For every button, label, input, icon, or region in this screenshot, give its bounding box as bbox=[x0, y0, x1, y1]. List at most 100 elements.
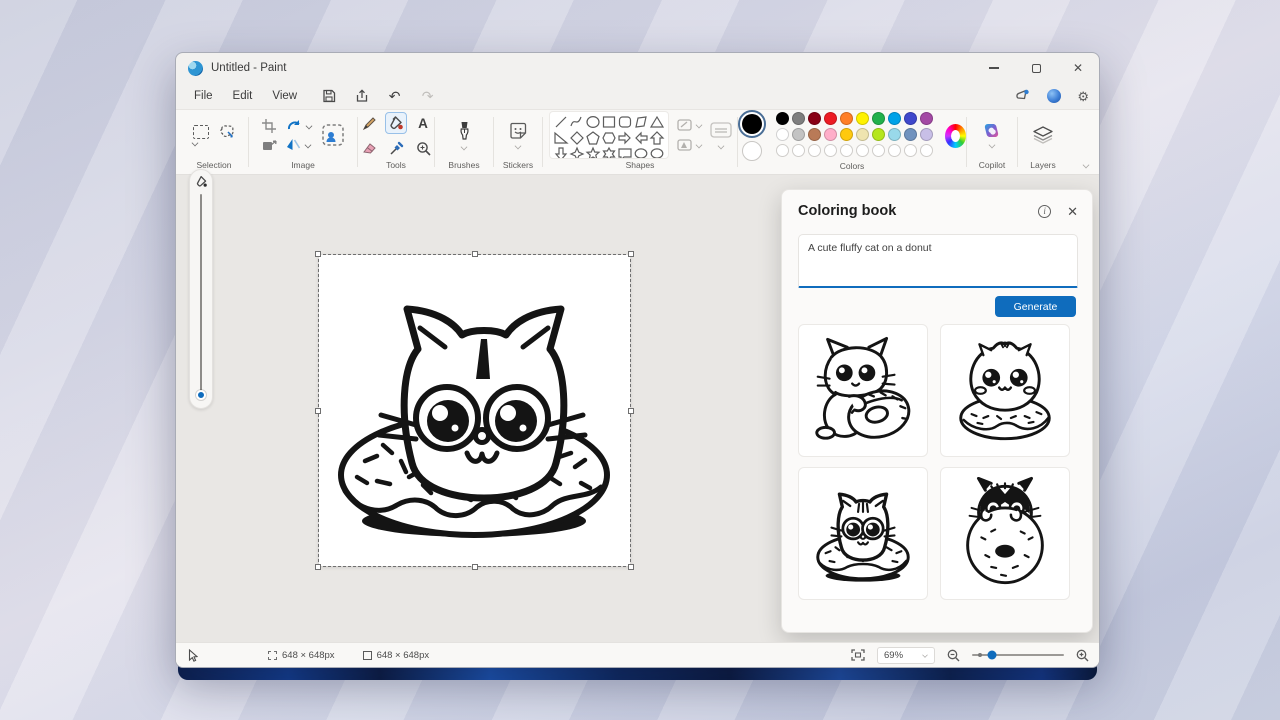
thumbnail-tuxedo-cat-behind-donut[interactable] bbox=[940, 467, 1070, 600]
crop-button[interactable] bbox=[262, 119, 277, 133]
palette-swatch-empty[interactable] bbox=[872, 144, 885, 157]
ribbon-collapse-chevron[interactable] bbox=[1083, 162, 1090, 169]
menu-view[interactable]: View bbox=[262, 87, 307, 105]
stickers-icon[interactable] bbox=[509, 122, 527, 140]
stickers-dropdown-chevron[interactable] bbox=[515, 142, 522, 149]
palette-swatch[interactable] bbox=[840, 112, 853, 125]
selection-handle-se[interactable] bbox=[628, 564, 634, 570]
copilot-icon[interactable] bbox=[982, 122, 1002, 140]
eyedropper-tool-button[interactable] bbox=[385, 138, 407, 158]
palette-swatch-empty[interactable] bbox=[840, 144, 853, 157]
zoom-out-icon[interactable] bbox=[947, 649, 960, 662]
palette-swatch-empty[interactable] bbox=[824, 144, 837, 157]
zoom-level-dropdown[interactable]: 69% bbox=[877, 647, 935, 664]
selection-handle-ne[interactable] bbox=[628, 251, 634, 257]
resize-button[interactable] bbox=[262, 140, 277, 152]
palette-swatch-empty[interactable] bbox=[920, 144, 933, 157]
color2-swatch[interactable] bbox=[742, 141, 762, 161]
stroke-size-icon[interactable] bbox=[710, 121, 732, 139]
thumbnail-fluffy-cat-on-donut[interactable] bbox=[940, 324, 1070, 457]
thumbnail-cat-head-in-donut[interactable] bbox=[798, 467, 928, 600]
generate-button[interactable]: Generate bbox=[995, 296, 1076, 317]
selection-dropdown-chevron[interactable] bbox=[192, 140, 199, 147]
flip-dropdown-chevron[interactable] bbox=[304, 141, 311, 148]
palette-swatch[interactable] bbox=[824, 128, 837, 141]
save-button[interactable] bbox=[321, 89, 336, 104]
slider-track[interactable] bbox=[200, 194, 203, 396]
shapes-gallery[interactable] bbox=[549, 111, 669, 159]
zoom-slider-thumb[interactable] bbox=[988, 651, 997, 660]
thumbnail-cat-hugging-donut[interactable] bbox=[798, 324, 928, 457]
shape-outline-icon[interactable] bbox=[677, 119, 692, 131]
palette-swatch[interactable] bbox=[920, 128, 933, 141]
pencil-tool-button[interactable] bbox=[359, 113, 379, 133]
info-icon[interactable]: i bbox=[1038, 205, 1051, 218]
palette-swatch[interactable] bbox=[824, 112, 837, 125]
paint-canvas[interactable] bbox=[319, 255, 630, 566]
share-button[interactable] bbox=[354, 89, 369, 104]
magnifier-tool-button[interactable] bbox=[413, 138, 433, 158]
edit-colors-wheel-icon[interactable] bbox=[945, 124, 966, 148]
palette-swatch[interactable] bbox=[888, 128, 901, 141]
palette-swatch[interactable] bbox=[808, 112, 821, 125]
selection-handle-e[interactable] bbox=[628, 408, 634, 414]
account-icon[interactable] bbox=[1047, 89, 1061, 103]
shape-outline-chevron[interactable] bbox=[695, 122, 702, 129]
settings-gear-icon[interactable]: ⚙ bbox=[1077, 90, 1089, 103]
color1-swatch-selected[interactable] bbox=[738, 110, 766, 138]
fill-tolerance-slider[interactable] bbox=[189, 169, 213, 409]
palette-swatch[interactable] bbox=[904, 112, 917, 125]
selection-handle-sw[interactable] bbox=[315, 564, 321, 570]
menu-file[interactable]: File bbox=[184, 87, 223, 105]
palette-swatch-empty[interactable] bbox=[904, 144, 917, 157]
selection-handle-nw[interactable] bbox=[315, 251, 321, 257]
zoom-slider[interactable] bbox=[972, 654, 1064, 657]
shape-fill-chevron[interactable] bbox=[695, 142, 702, 149]
shape-fill-icon[interactable] bbox=[677, 139, 692, 151]
palette-swatch[interactable] bbox=[808, 128, 821, 141]
menu-edit[interactable]: Edit bbox=[223, 87, 263, 105]
stroke-size-chevron[interactable] bbox=[717, 143, 724, 150]
palette-swatch-empty[interactable] bbox=[792, 144, 805, 157]
palette-swatch[interactable] bbox=[776, 112, 789, 125]
copilot-dropdown-chevron[interactable] bbox=[989, 142, 996, 149]
close-button[interactable]: ✕ bbox=[1057, 53, 1099, 83]
brush-icon[interactable] bbox=[457, 121, 472, 141]
palette-swatch[interactable] bbox=[776, 128, 789, 141]
remove-background-button[interactable] bbox=[321, 123, 345, 147]
prompt-input[interactable]: A cute fluffy cat on a donut bbox=[798, 234, 1078, 288]
panel-close-icon[interactable]: ✕ bbox=[1067, 205, 1078, 218]
eraser-tool-button[interactable] bbox=[359, 138, 379, 158]
palette-swatch-empty[interactable] bbox=[776, 144, 789, 157]
palette-swatch[interactable] bbox=[888, 112, 901, 125]
palette-swatch[interactable] bbox=[856, 112, 869, 125]
palette-swatch-empty[interactable] bbox=[856, 144, 869, 157]
rotate-icon[interactable] bbox=[286, 119, 302, 132]
palette-swatch-empty[interactable] bbox=[808, 144, 821, 157]
text-tool-button[interactable]: A bbox=[413, 113, 433, 133]
palette-swatch[interactable] bbox=[872, 112, 885, 125]
selection-handle-n[interactable] bbox=[472, 251, 478, 257]
free-form-select-button[interactable] bbox=[219, 124, 235, 139]
maximize-button[interactable] bbox=[1015, 53, 1057, 83]
slider-thumb[interactable] bbox=[196, 390, 206, 400]
undo-button[interactable]: ↶ bbox=[387, 89, 402, 104]
brushes-dropdown-chevron[interactable] bbox=[461, 143, 468, 150]
layers-icon[interactable] bbox=[1032, 126, 1054, 144]
palette-swatch[interactable] bbox=[920, 112, 933, 125]
palette-swatch[interactable] bbox=[840, 128, 853, 141]
selection-handle-w[interactable] bbox=[315, 408, 321, 414]
minimize-button[interactable] bbox=[973, 53, 1015, 83]
palette-swatch[interactable] bbox=[792, 128, 805, 141]
palette-swatch[interactable] bbox=[792, 112, 805, 125]
palette-swatch[interactable] bbox=[872, 128, 885, 141]
feedback-icon[interactable] bbox=[1015, 89, 1031, 103]
rectangle-select-button[interactable] bbox=[193, 125, 209, 139]
fill-tool-button[interactable] bbox=[385, 112, 407, 134]
zoom-in-icon[interactable] bbox=[1076, 649, 1089, 662]
cat-on-donut-drawing[interactable] bbox=[319, 255, 630, 566]
redo-button[interactable]: ↷ bbox=[420, 89, 435, 104]
fit-to-screen-icon[interactable] bbox=[851, 649, 865, 661]
palette-swatch-empty[interactable] bbox=[888, 144, 901, 157]
rotate-dropdown-chevron[interactable] bbox=[305, 122, 312, 129]
